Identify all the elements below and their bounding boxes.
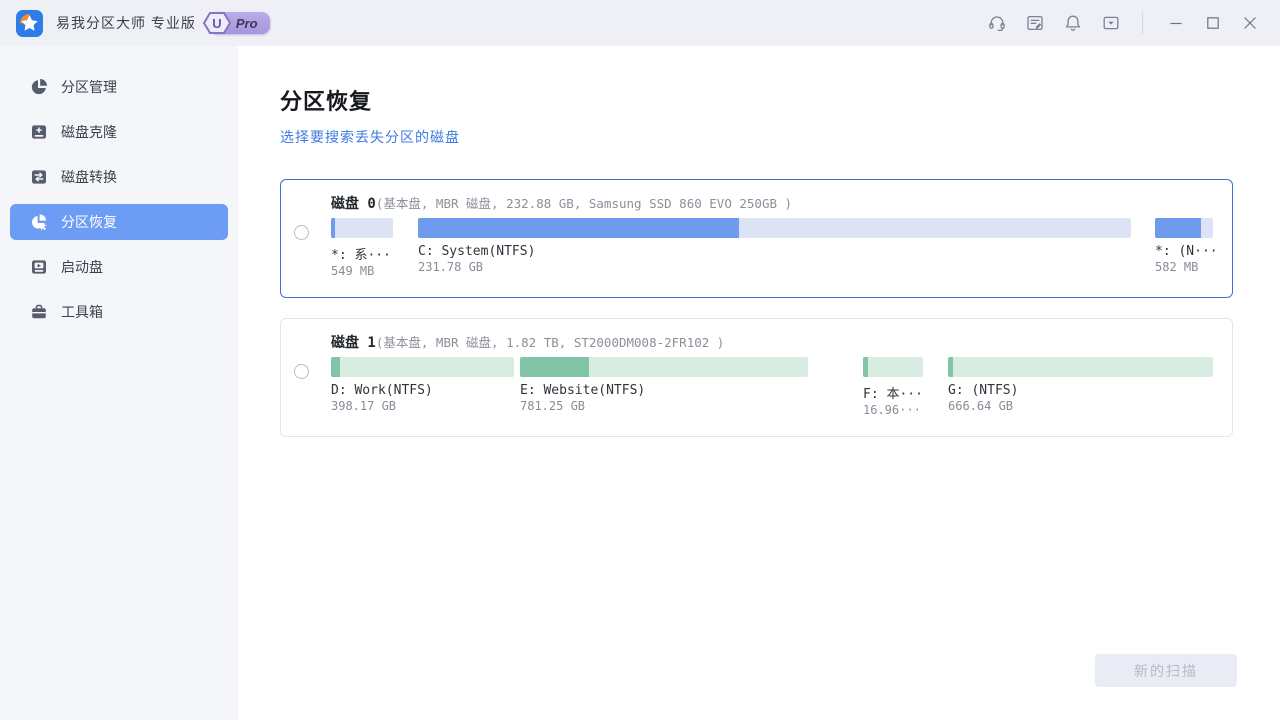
partition-label: C: System(NTFS): [418, 244, 1131, 259]
partition-size: 781.25 GB: [520, 399, 808, 413]
disk-card-1[interactable]: 磁盘 1(基本盘, MBR 磁盘, 1.82 TB, ST2000DM008-2…: [280, 318, 1233, 437]
partition-block: F: 本···16.96···: [863, 357, 923, 417]
disk-name: 磁盘 0: [331, 196, 376, 212]
minimize-button[interactable]: [1160, 7, 1192, 39]
sidebar-item-label: 磁盘克隆: [61, 122, 117, 142]
main-content: 分区恢复 选择要搜索丢失分区的磁盘 磁盘 0(基本盘, MBR 磁盘, 232.…: [238, 46, 1280, 720]
titlebar-separator: [1142, 12, 1143, 34]
disk-card-0[interactable]: 磁盘 0(基本盘, MBR 磁盘, 232.88 GB, Samsung SSD…: [280, 179, 1233, 298]
partition-block: *: 系···549 MB: [331, 218, 393, 278]
disk-convert-icon: [30, 168, 48, 186]
sidebar-item-4[interactable]: 分区恢复: [10, 204, 228, 240]
partition-label: *: 系···: [331, 244, 393, 263]
partition-label: D: Work(NTFS): [331, 383, 514, 398]
partition-size: 666.64 GB: [948, 399, 1213, 413]
app-logo-icon: [16, 10, 43, 37]
partition-block: C: System(NTFS)231.78 GB: [418, 218, 1131, 274]
toolbox-icon: [30, 303, 48, 321]
sidebar-item-label: 分区管理: [61, 77, 117, 97]
pro-badge: U Pro: [210, 12, 270, 34]
pie-chart-icon: [30, 78, 48, 96]
partition-bar: [331, 218, 393, 238]
page-title: 分区恢复: [280, 84, 1237, 116]
sidebar-item-label: 磁盘转换: [61, 167, 117, 187]
close-button[interactable]: [1234, 7, 1266, 39]
sidebar-item-label: 启动盘: [61, 257, 103, 277]
partition-bar: [863, 357, 923, 377]
partition-label: G: (NTFS): [948, 383, 1213, 398]
partition-recovery-icon: [30, 213, 48, 231]
partition-bar: [520, 357, 808, 377]
partition-bar: [418, 218, 1131, 238]
app-title: 易我分区大师 专业版: [56, 13, 196, 33]
disk-clone-icon: [30, 123, 48, 141]
partition-bar: [948, 357, 1213, 377]
disk-list: 磁盘 0(基本盘, MBR 磁盘, 232.88 GB, Samsung SSD…: [280, 179, 1237, 437]
partition-block: G: (NTFS)666.64 GB: [948, 357, 1213, 413]
pro-badge-u-icon: U: [202, 11, 232, 35]
maximize-button[interactable]: [1197, 7, 1229, 39]
disk-details: (基本盘, MBR 磁盘, 1.82 TB, ST2000DM008-2FR10…: [376, 335, 724, 350]
page-subtitle-link[interactable]: 选择要搜索丢失分区的磁盘: [280, 127, 1237, 147]
partition-map: *: 系···549 MB C: System(NTFS)231.78 GB *: …: [281, 218, 1232, 288]
partition-bar: [1155, 218, 1213, 238]
menu-dropdown-icon[interactable]: [1094, 6, 1128, 40]
disk-header: 磁盘 1(基本盘, MBR 磁盘, 1.82 TB, ST2000DM008-2…: [331, 332, 724, 352]
headset-icon[interactable]: [980, 6, 1014, 40]
boot-disk-icon: [30, 258, 48, 276]
sidebar-item-1[interactable]: 分区管理: [10, 69, 228, 105]
new-scan-button[interactable]: 新的扫描: [1095, 654, 1237, 687]
partition-size: 398.17 GB: [331, 399, 514, 413]
partition-size: 231.78 GB: [418, 260, 1131, 274]
partition-size: 582 MB: [1155, 260, 1213, 274]
partition-label: F: 本···: [863, 383, 923, 402]
notification-bell-icon[interactable]: [1056, 6, 1090, 40]
sidebar: 分区管理磁盘克隆磁盘转换分区恢复启动盘工具箱: [0, 46, 238, 720]
partition-size: 549 MB: [331, 264, 393, 278]
partition-map: D: Work(NTFS)398.17 GBE: Website(NTFS)78…: [281, 357, 1232, 427]
sidebar-item-2[interactable]: 磁盘克隆: [10, 114, 228, 150]
pro-badge-label: Pro: [236, 16, 258, 31]
svg-text:U: U: [212, 16, 221, 31]
partition-block: *: (N···582 MB: [1155, 218, 1213, 274]
sidebar-item-5[interactable]: 启动盘: [10, 249, 228, 285]
disk-name: 磁盘 1: [331, 335, 376, 351]
sidebar-item-label: 分区恢复: [61, 212, 117, 232]
partition-label: E: Website(NTFS): [520, 383, 808, 398]
disk-header: 磁盘 0(基本盘, MBR 磁盘, 232.88 GB, Samsung SSD…: [331, 193, 792, 213]
sidebar-item-label: 工具箱: [61, 302, 103, 322]
partition-size: 16.96···: [863, 403, 923, 417]
partition-label: *: (N···: [1155, 244, 1213, 259]
partition-bar: [331, 357, 514, 377]
feedback-icon[interactable]: [1018, 6, 1052, 40]
titlebar: 易我分区大师 专业版 U Pro: [0, 0, 1280, 46]
sidebar-item-3[interactable]: 磁盘转换: [10, 159, 228, 195]
partition-block: D: Work(NTFS)398.17 GB: [331, 357, 514, 413]
partition-block: E: Website(NTFS)781.25 GB: [520, 357, 808, 413]
disk-details: (基本盘, MBR 磁盘, 232.88 GB, Samsung SSD 860…: [376, 196, 792, 211]
sidebar-item-6[interactable]: 工具箱: [10, 294, 228, 330]
